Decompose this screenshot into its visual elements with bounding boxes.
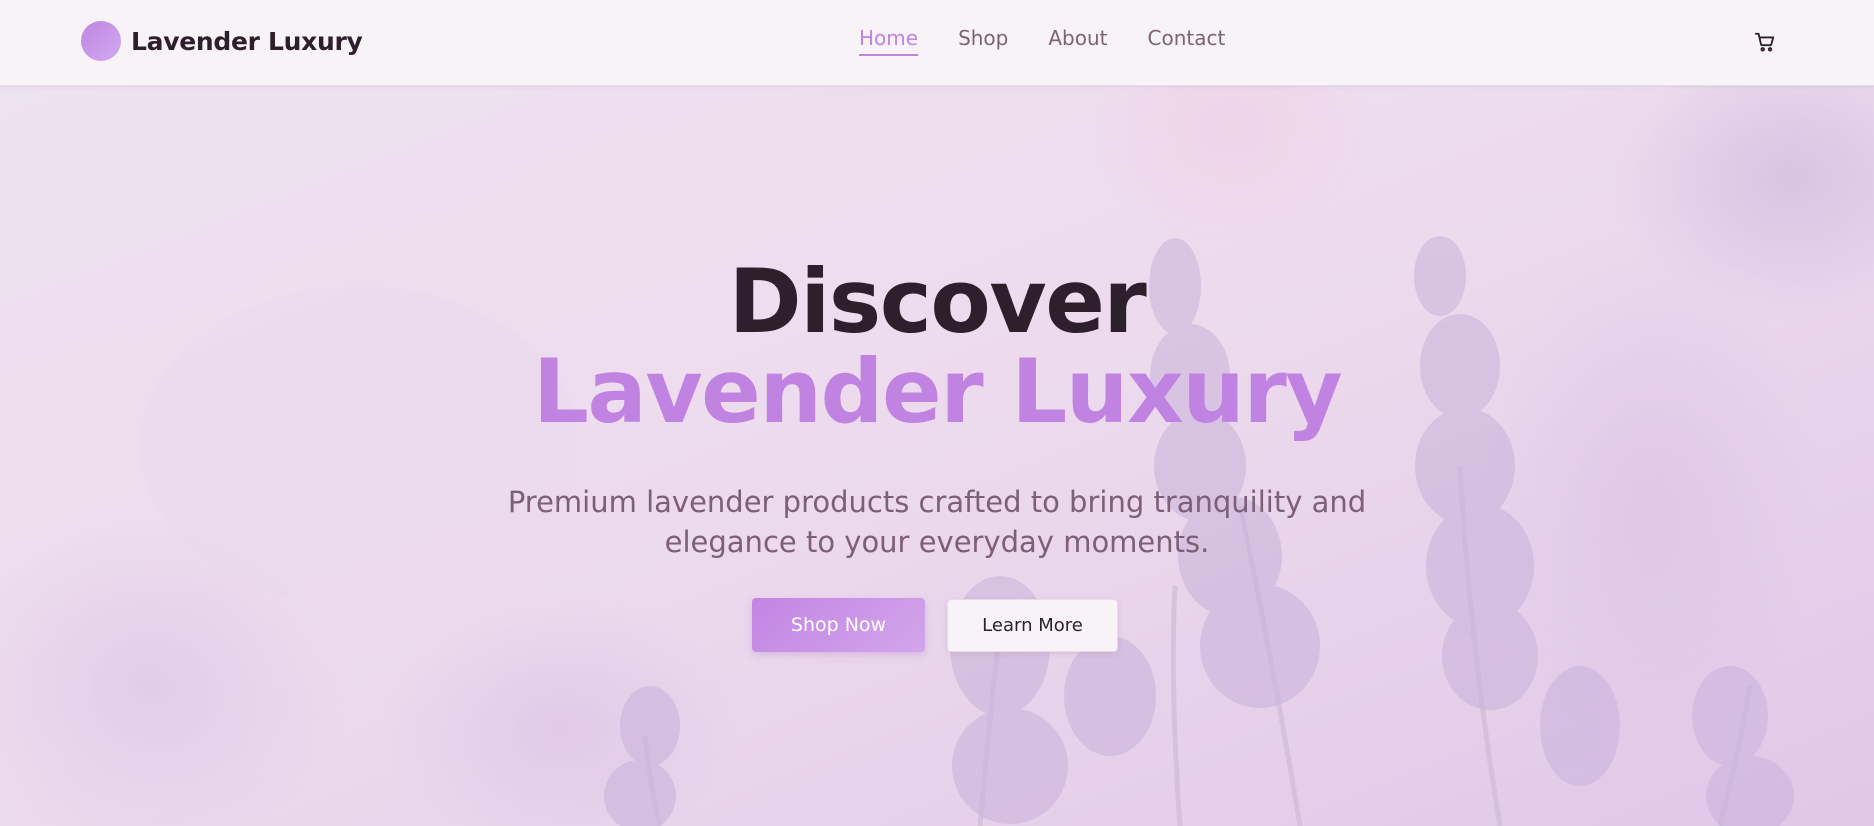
site-header: Lavender Luxury Home Shop About Contact — [0, 0, 1874, 86]
nav-item-about[interactable]: About — [1048, 26, 1107, 56]
brand[interactable]: Lavender Luxury — [81, 21, 363, 61]
shopping-cart-icon[interactable] — [1754, 31, 1776, 53]
hero-content: Discover Lavender Luxury Premium lavende… — [0, 86, 1874, 826]
shop-now-button[interactable]: Shop Now — [752, 598, 925, 652]
hero-subtitle-line2: elegance to your everyday moments. — [664, 525, 1210, 559]
nav-item-contact[interactable]: Contact — [1148, 26, 1226, 56]
lavender-circle-logo-icon — [81, 21, 121, 61]
hero-section: Discover Lavender Luxury Premium lavende… — [0, 86, 1874, 826]
hero-subtitle: Premium lavender products crafted to bri… — [487, 482, 1387, 562]
main-nav: Home Shop About Contact — [859, 26, 1265, 56]
landing-page: Lavender Luxury Home Shop About Contact — [0, 0, 1874, 826]
hero-subtitle-line1: Premium lavender products crafted to bri… — [507, 485, 1367, 519]
hero-title-line2: Lavender Luxury — [532, 340, 1343, 443]
learn-more-button[interactable]: Learn More — [947, 599, 1118, 652]
brand-name: Lavender Luxury — [131, 26, 363, 56]
nav-item-shop[interactable]: Shop — [958, 26, 1008, 56]
nav-item-home[interactable]: Home — [859, 26, 919, 56]
hero-title-line1: Discover — [728, 250, 1147, 353]
